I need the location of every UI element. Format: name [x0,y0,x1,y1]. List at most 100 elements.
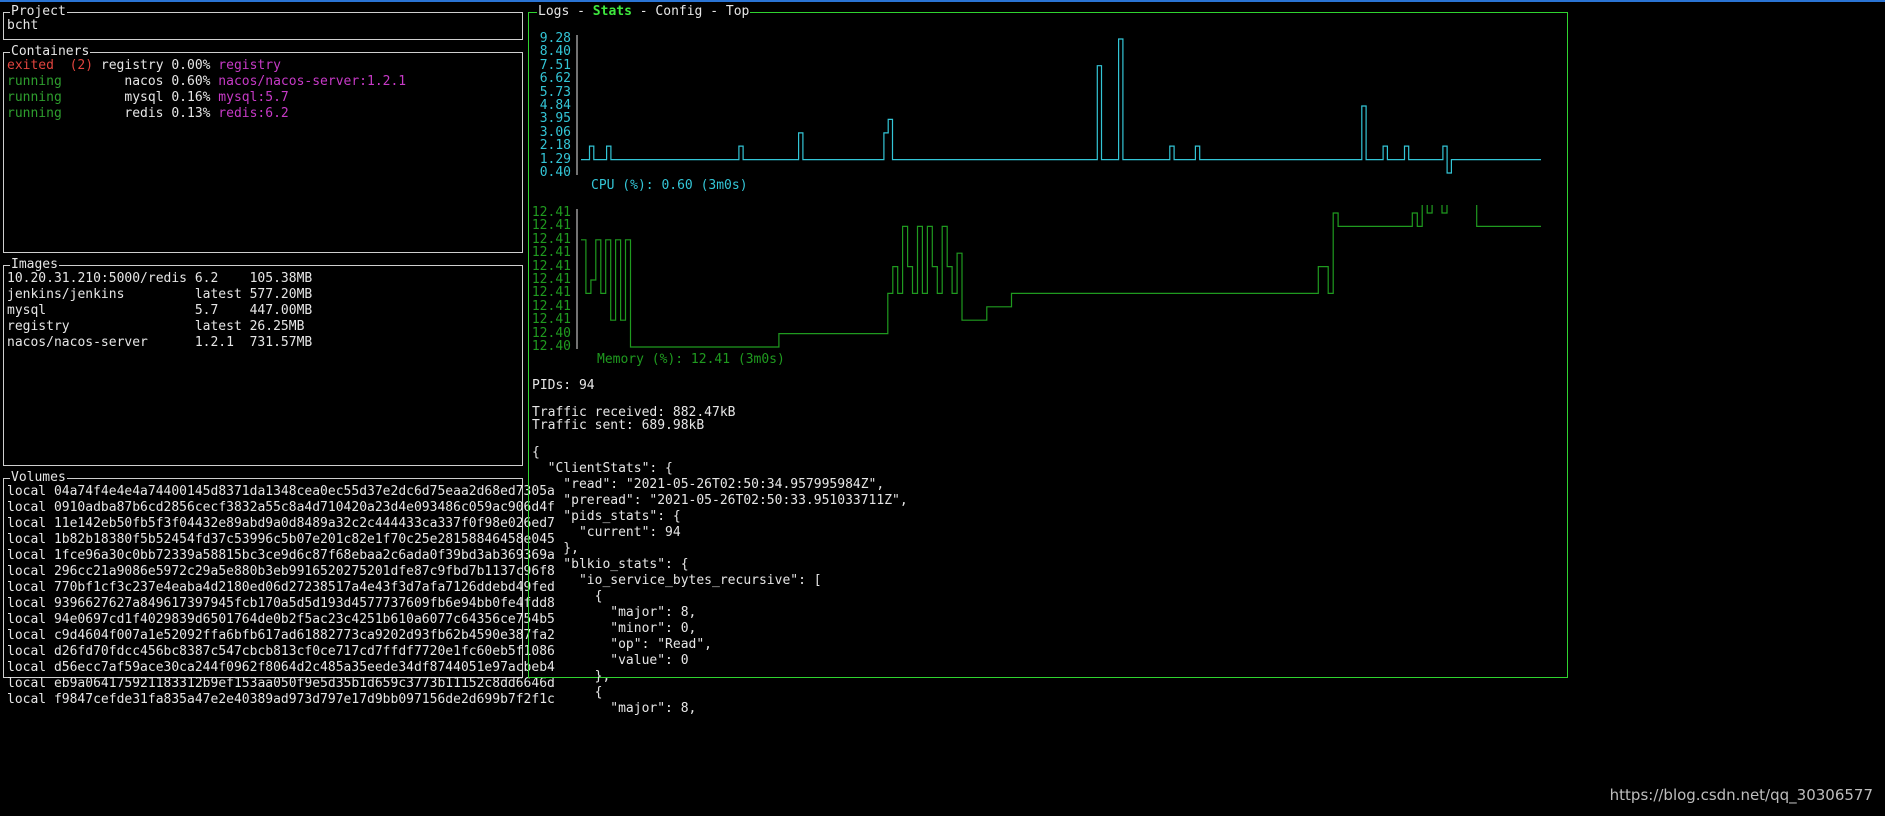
tab-config[interactable]: Config [655,4,702,19]
image-row[interactable]: 10.20.31.210:5000/redis 6.2 105.38MB [7,271,312,287]
container-cpu: 0.00% [171,58,211,73]
volume-row[interactable]: local 11e142eb50fb5f3f04432e89abd9a0d8489… [7,516,555,532]
container-name: registry [100,58,164,73]
json-line: { [532,589,603,604]
volume-row[interactable]: local 04a74f4e4e4a74400145d8371da1348cea0… [7,484,555,500]
json-line: "op": "Read", [532,637,713,652]
tab-stats[interactable]: Stats [593,4,632,19]
image-tag: 6.2 [194,271,219,286]
volume-name: c9d4604f007a1e52092ffa6bfb617ad61882773c… [53,628,555,643]
volume-name: 0910adba87b6cd2856cecf3832a55c8a4d710420… [53,500,555,515]
image-row[interactable]: nacos/nacos-server 1.2.1 731.57MB [7,335,312,351]
json-line: "major": 8, [532,701,697,716]
volume-name: 04a74f4e4e4a74400145d8371da1348cea0ec55d… [53,484,555,499]
json-line: "blkio_stats": { [532,557,689,572]
volume-name: 9396627627a849617397945fcb170a5d5d193d45… [53,596,555,611]
volume-driver: local [7,532,47,547]
volume-name: 770bf1cf3c237e4eaba4d2180ed06d27238517a4… [53,580,555,595]
volume-row[interactable]: local f9847cefde31fa835a47e2e40389ad973d7… [7,692,555,708]
series-line [581,38,1541,174]
volume-driver: local [7,644,47,659]
volume-row[interactable]: local c9d4604f007a1e52092ffa6bfb617ad6188… [7,628,555,644]
image-repository: jenkins/jenkins [7,287,125,302]
volume-driver: local [7,564,47,579]
stats-panel[interactable]: Logs - Stats - Config - Top 9.28 8.40 7.51… [528,4,1569,716]
container-row[interactable]: running mysql 0.16% mysql:5.7 [7,90,406,106]
json-line: "pids_stats": { [532,509,681,524]
volume-driver: local [7,676,47,691]
containers-panel[interactable]: Containers exited (2) registry 0.00% regi… [3,44,523,253]
window-top-border [0,0,1885,2]
container-row[interactable]: running nacos 0.60% nacos/nacos-server:1… [7,74,406,90]
volume-row[interactable]: local d56ecc7af59ace30ca244f0962f8064d2c4… [7,660,555,676]
json-line: }, [532,541,579,556]
project-panel[interactable]: Project bcht [3,4,523,40]
volume-driver: local [7,660,47,675]
tab-top[interactable]: Top [726,4,749,19]
volume-row[interactable]: local 0910adba87b6cd2856cecf3832a55c8a4d7… [7,500,555,516]
image-row[interactable]: registry latest 26.25MB [7,319,312,335]
image-size: 577.20MB [249,287,313,302]
container-state: exited [7,58,54,73]
json-line: "io_service_bytes_recursive": [ [532,573,822,588]
volume-row[interactable]: local d26fd70fdcc456bc8387c547cbcb813cf0c… [7,644,555,660]
image-size: 731.57MB [249,335,313,350]
volume-name: f9847cefde31fa835a47e2e40389ad973d797e17… [53,692,555,707]
container-name: redis [124,106,164,121]
container-row[interactable]: running redis 0.13% redis:6.2 [7,106,406,122]
image-size: 26.25MB [249,319,305,334]
volume-row[interactable]: local 9396627627a849617397945fcb170a5d5d1… [7,596,555,612]
watermark-url: https://blog.csdn.net/qq_30306577 [1609,786,1873,804]
container-row[interactable]: exited (2) registry 0.00% registry [7,58,406,74]
memory-chart-plot [576,205,1541,349]
volume-name: 1fce96a30c0bb72339a58815bc3ce9d6c87f68eb… [53,548,555,563]
memory-chart: 12.41 12.41 12.41 12.41 12.41 12.41 12.41 12.41… [529,205,1569,367]
tab-separator: - [639,4,648,19]
volume-name: 94e0697cd1f4029839d6501764de0b2f5ac23c42… [53,612,555,627]
container-name: mysql [124,90,164,105]
volume-row[interactable]: local eb9a064175921183312b9ef153aa050f9e5… [7,676,555,692]
images-panel[interactable]: Images 10.20.31.210:5000/redis 6.2 105.38M… [3,257,523,466]
image-tag: 1.2.1 [194,335,234,350]
series-line [581,205,1541,348]
container-exit-code: (2) [69,58,94,73]
volume-driver: local [7,580,47,595]
volume-name: 1b82b18380f5b52454fd37c53996c5b07e201c82… [53,532,555,547]
container-image: redis:6.2 [218,106,289,121]
container-state: running [7,106,62,121]
cpu-chart-plot [576,35,1541,175]
volume-driver: local [7,596,47,611]
image-tag: 5.7 [194,303,219,318]
container-cpu: 0.13% [171,106,211,121]
volume-row[interactable]: local 1b82b18380f5b52454fd37c53996c5b07e2… [7,532,555,548]
volume-row[interactable]: local 1fce96a30c0bb72339a58815bc3ce9d6c87… [7,548,555,564]
volume-row[interactable]: local 770bf1cf3c237e4eaba4d2180ed06d27238… [7,580,555,596]
image-size: 105.38MB [249,271,313,286]
volume-driver: local [7,692,47,707]
volumes-panel[interactable]: Volumes local 04a74f4e4e4a74400145d8371da… [3,470,555,707]
json-line: "preread": "2021-05-26T02:50:33.95103371… [532,493,908,508]
json-line: { [532,445,540,460]
volume-driver: local [7,484,47,499]
container-name: nacos [124,74,164,89]
tab-logs[interactable]: Logs [538,4,569,19]
container-cpu: 0.60% [171,74,211,89]
image-row[interactable]: jenkins/jenkins latest 577.20MB [7,287,312,303]
images-list: 10.20.31.210:5000/redis 6.2 105.38MB jenkin… [7,271,312,351]
json-line: "major": 8, [532,605,697,620]
image-repository: registry [7,319,70,334]
volume-name: 11e142eb50fb5f3f04432e89abd9a0d8489a32c2… [53,516,555,531]
volume-driver: local [7,612,47,627]
container-image: registry [218,58,281,73]
container-state: running [7,90,62,105]
traffic-sent-text: Traffic sent: 689.98kB [532,418,705,433]
json-line: "current": 94 [532,525,681,540]
volume-row[interactable]: local 94e0697cd1f4029839d6501764de0b2f5ac… [7,612,555,628]
container-state: running [7,74,62,89]
image-row[interactable]: mysql 5.7 447.00MB [7,303,312,319]
cpu-chart-caption: CPU (%): 0.60 (3m0s) [591,178,748,193]
image-size: 447.00MB [249,303,313,318]
container-image: nacos/nacos-server:1.2.1 [218,74,407,89]
volume-row[interactable]: local 296cc21a9086e5972c29a5e880b3eb99165… [7,564,555,580]
image-tag: latest [194,319,242,334]
